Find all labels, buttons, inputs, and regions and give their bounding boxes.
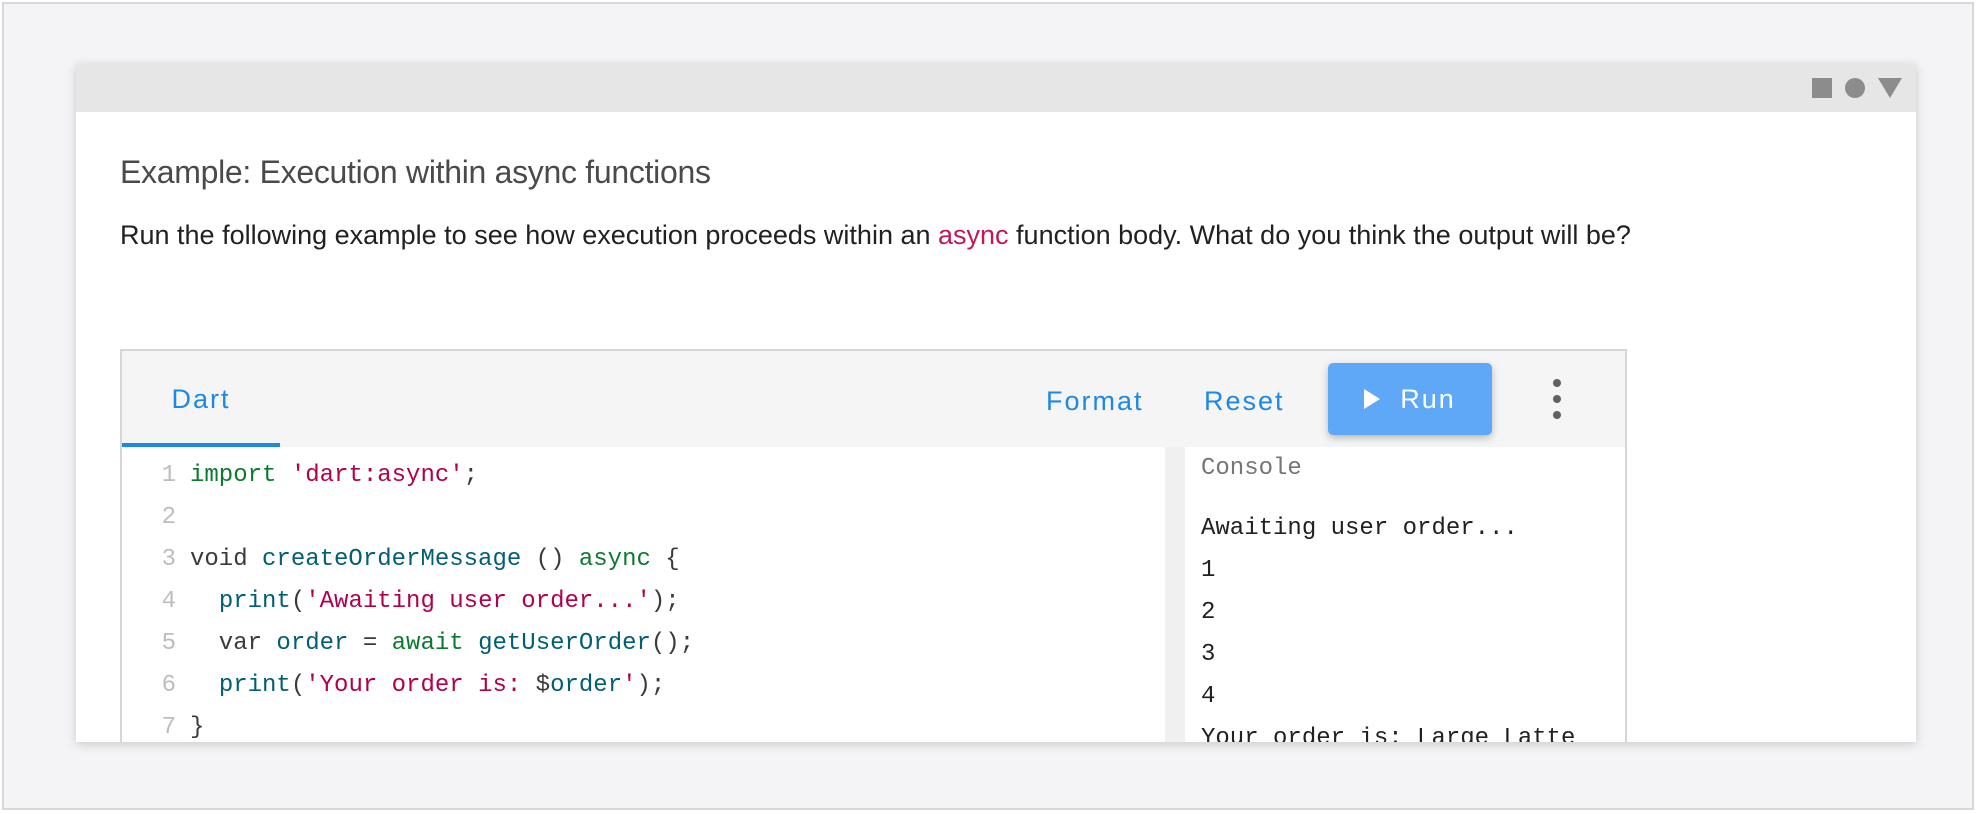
tab-dart-label: Dart [171, 383, 231, 414]
editor-toolbar: Dart Format Reset Run [122, 351, 1625, 447]
dartpad-editor: Dart Format Reset Run 1 import 'dart:asyn… [120, 349, 1627, 742]
content: Example: Execution within async function… [120, 112, 1916, 742]
run-button[interactable]: Run [1328, 363, 1492, 435]
code-token: await [391, 630, 464, 657]
app-window: Example: Execution within async function… [76, 64, 1916, 742]
console-output: Console Awaiting user order... 1 2 3 4 Your o… [1185, 447, 1625, 742]
console-line: 3 [1201, 641, 1216, 668]
console-line: Your order is: Large Latte [1201, 725, 1576, 742]
code-token: $ [535, 672, 551, 699]
square-icon[interactable] [1812, 78, 1832, 98]
console-line: 4 [1201, 683, 1216, 710]
description: Run the following example to see how exe… [120, 214, 1640, 256]
line-number: 7 [161, 714, 176, 741]
circle-icon[interactable] [1845, 78, 1865, 98]
code-line[interactable]: 7} [122, 707, 205, 742]
page-title: Example: Execution within async function… [120, 154, 711, 190]
code-token: async [578, 546, 651, 573]
code-line[interactable]: 4 print('Awaiting user order...'); [122, 581, 680, 623]
code-editor[interactable]: 1 import 'dart:async'; 2 3 void createOrderM… [122, 447, 1165, 742]
code-token: () [521, 546, 579, 573]
console-title: Console [1201, 455, 1302, 482]
reset-button[interactable]: Reset [1204, 365, 1285, 437]
console-line: Awaiting user order... [1201, 515, 1518, 542]
line-number: 4 [161, 588, 176, 615]
code-token: 'Your order is: [305, 672, 536, 699]
code-line[interactable]: 1 import 'dart:async'; [122, 455, 478, 497]
code-token: import [190, 462, 277, 489]
tab-dart[interactable]: Dart [122, 351, 280, 447]
pane-divider[interactable] [1165, 447, 1185, 742]
code-token: ; [463, 462, 479, 489]
code-token: 'dart:async' [290, 462, 464, 489]
code-line[interactable]: 6 print('Your order is: $order'); [122, 665, 666, 707]
more-options-icon[interactable] [1542, 379, 1572, 419]
play-icon [1364, 389, 1381, 409]
code-token: 'Awaiting user order...' [305, 588, 651, 615]
code-token: ' [622, 672, 637, 699]
code-token: createOrderMessage [262, 546, 522, 573]
code-token: var [190, 630, 277, 657]
console-line: 1 [1201, 557, 1216, 584]
code-token: print [218, 672, 291, 699]
code-token: getUserOrder [478, 630, 651, 657]
window-controls [1812, 78, 1902, 98]
line-number: 2 [161, 504, 176, 531]
format-button[interactable]: Format [1046, 365, 1144, 437]
line-number: 3 [161, 546, 176, 573]
line-number: 5 [161, 630, 176, 657]
code-line[interactable]: 5 var order = await getUserOrder(); [122, 623, 695, 665]
run-button-label: Run [1400, 383, 1456, 414]
page-background: Example: Execution within async function… [2, 2, 1974, 810]
console-line: 2 [1201, 599, 1216, 626]
code-token: ( [290, 672, 306, 699]
code-token: (); [650, 630, 695, 657]
inline-code: async [938, 220, 1009, 250]
code-token: } [190, 714, 205, 741]
code-token: { [650, 546, 680, 573]
code-token: ); [636, 672, 666, 699]
window-titlebar [76, 64, 1916, 112]
code-token: print [218, 588, 291, 615]
line-number: 1 [161, 462, 176, 489]
description-text-after: function body. What do you think the out… [1008, 220, 1631, 250]
code-line[interactable]: 2 [122, 497, 190, 539]
code-token: = [348, 630, 392, 657]
triangle-down-icon[interactable] [1878, 78, 1902, 98]
code-token: ); [650, 588, 680, 615]
description-text-before: Run the following example to see how exe… [120, 220, 938, 250]
code-token: order [550, 672, 623, 699]
code-token: void [190, 546, 263, 573]
line-number: 6 [161, 672, 176, 699]
code-line[interactable]: 3 void createOrderMessage () async { [122, 539, 680, 581]
code-token: order [276, 630, 349, 657]
code-token: ( [290, 588, 306, 615]
